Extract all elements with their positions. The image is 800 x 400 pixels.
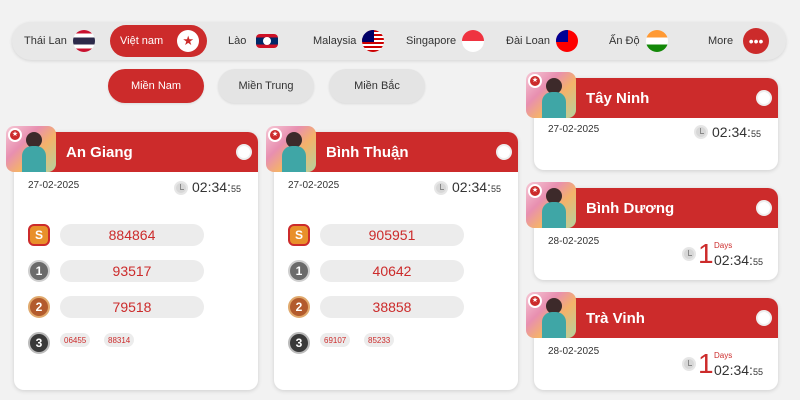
- more-dots-icon: •••: [743, 28, 770, 54]
- third-prize-number: 06455: [60, 333, 91, 347]
- province-card-an-giang[interactable]: ★ An Giang 27-02-2025 02:34:55 S 884864 …: [6, 126, 258, 390]
- more-label: More: [708, 35, 734, 47]
- country-bar: Thái Lan Việt nam Lào Malaysia Singapore…: [12, 22, 786, 60]
- special-prize-number: 884864: [60, 224, 204, 246]
- first-prize-number: 40642: [320, 260, 464, 282]
- third-prize-number: 85233: [364, 333, 395, 347]
- draw-date: 28-02-2025: [548, 346, 600, 357]
- toggle-icon[interactable]: [756, 200, 772, 216]
- province-name: Trà Vinh: [586, 310, 645, 327]
- second-prize-icon: 2: [28, 296, 50, 318]
- draw-date: 27-02-2025: [548, 124, 600, 135]
- clock-icon: [434, 181, 448, 195]
- special-prize-icon: S: [28, 224, 50, 246]
- clock-icon: [682, 357, 696, 371]
- country-label: Thái Lan: [24, 35, 67, 47]
- country-tab-thailand[interactable]: Thái Lan: [24, 25, 95, 57]
- toggle-icon[interactable]: [236, 144, 252, 160]
- star-badge-icon: ★: [528, 74, 542, 88]
- country-tab-india[interactable]: Ấn Độ: [609, 25, 668, 57]
- countdown-days: 1: [698, 238, 714, 269]
- third-prize-icon: 3: [288, 332, 310, 354]
- first-prize-icon: 1: [28, 260, 50, 282]
- draw-time: 02:34:55: [714, 252, 763, 268]
- star-badge-icon: ★: [528, 294, 542, 308]
- country-label: Malaysia: [313, 35, 357, 47]
- more-countries-button[interactable]: More •••: [708, 25, 770, 57]
- special-prize-icon: S: [288, 224, 310, 246]
- toggle-icon[interactable]: [756, 310, 772, 326]
- country-tab-vietnam[interactable]: Việt nam: [110, 25, 208, 57]
- special-prize-number: 905951: [320, 224, 464, 246]
- province-card-tay-ninh[interactable]: ★ Tây Ninh 27-02-2025 02:34:55: [526, 72, 778, 170]
- third-prize-number: 88314: [104, 333, 135, 347]
- india-flag-icon: [645, 30, 668, 52]
- draw-date: 27-02-2025: [288, 180, 340, 191]
- country-label: Đài Loan: [506, 35, 551, 47]
- third-prize-icon: 3: [28, 332, 50, 354]
- clock-icon: [694, 125, 708, 139]
- country-tab-taiwan[interactable]: Đài Loan: [506, 25, 579, 57]
- province-name: Bình Thuậ̣n: [326, 144, 409, 161]
- toggle-icon[interactable]: [496, 144, 512, 160]
- province-name: An Giang: [66, 144, 133, 161]
- region-tab-central[interactable]: Miền Trung: [218, 69, 314, 103]
- province-name: Bình Dương: [586, 200, 675, 217]
- singapore-flag-icon: [462, 30, 485, 52]
- third-prize-number: 69107: [320, 333, 351, 347]
- first-prize-icon: 1: [288, 260, 310, 282]
- draw-time: 02:34:55: [714, 362, 763, 378]
- countdown-days: 1: [698, 348, 714, 379]
- laos-flag-icon: [256, 34, 279, 48]
- country-label: Lào: [228, 35, 247, 47]
- draw-time: 02:34:55: [192, 179, 241, 195]
- draw-time: 02:34:55: [712, 124, 761, 140]
- country-label: Việt nam: [120, 35, 164, 47]
- country-tab-laos[interactable]: Lào: [228, 25, 279, 57]
- province-name: Tây Ninh: [586, 90, 650, 107]
- malaysia-flag-icon: [362, 30, 385, 52]
- country-label: Singapore: [406, 35, 457, 47]
- star-badge-icon: ★: [528, 184, 542, 198]
- draw-time: 02:34:55: [452, 179, 501, 195]
- second-prize-number: 79518: [60, 296, 204, 318]
- thailand-flag-icon: [72, 30, 95, 52]
- region-tab-south[interactable]: Miền Nam: [108, 69, 204, 103]
- second-prize-icon: 2: [288, 296, 310, 318]
- draw-date: 27-02-2025: [28, 180, 80, 191]
- vietnam-flag-icon: [177, 30, 200, 52]
- star-badge-icon: ★: [8, 128, 22, 142]
- star-badge-icon: ★: [268, 128, 282, 142]
- region-tab-north[interactable]: Miền Bắc: [329, 69, 425, 103]
- taiwan-flag-icon: [556, 30, 579, 52]
- clock-icon: [682, 247, 696, 261]
- draw-date: 28-02-2025: [548, 236, 600, 247]
- province-card-binh-thuan[interactable]: ★ Bình Thuậ̣n 27-02-2025 02:34:55 S 9059…: [266, 126, 518, 390]
- countdown-days-label: Days: [714, 351, 733, 360]
- country-tab-malaysia[interactable]: Malaysia: [313, 25, 385, 57]
- country-label: Ấn Độ: [609, 35, 640, 47]
- clock-icon: [174, 181, 188, 195]
- second-prize-number: 38858: [320, 296, 464, 318]
- toggle-icon[interactable]: [756, 90, 772, 106]
- province-card-binh-duong[interactable]: ★ Bình Dương 28-02-2025 1 Days 02:34:55: [526, 182, 778, 280]
- first-prize-number: 93517: [60, 260, 204, 282]
- province-card-tra-vinh[interactable]: ★ Trà Vinh 28-02-2025 1 Days 02:34:55: [526, 292, 778, 390]
- countdown-days-label: Days: [714, 241, 733, 250]
- country-tab-singapore[interactable]: Singapore: [406, 25, 485, 57]
